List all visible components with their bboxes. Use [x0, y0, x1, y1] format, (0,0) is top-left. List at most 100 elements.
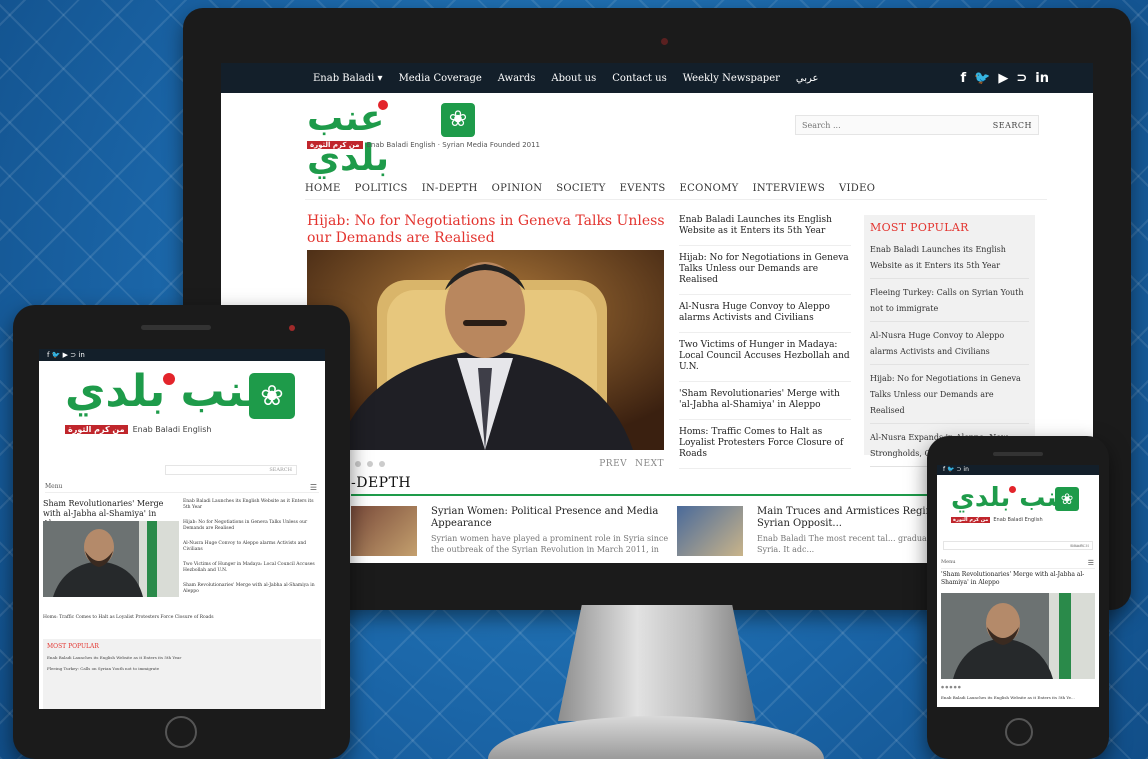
- article-excerpt: Syrian women have played a prominent rol…: [431, 534, 669, 554]
- nav-home[interactable]: HOME: [305, 183, 341, 194]
- top-nav-arabic[interactable]: عربي: [796, 73, 819, 84]
- slider-pager: PREV NEXT: [599, 459, 664, 469]
- rss-icon[interactable]: ⊃: [70, 351, 76, 359]
- monitor-camera: [661, 38, 668, 45]
- slider-dot[interactable]: ●: [954, 685, 957, 689]
- slider-controls: PREV NEXT: [307, 459, 664, 469]
- monitor-stand-neck: [558, 605, 756, 721]
- tablet-feature-photo[interactable]: [43, 521, 179, 597]
- slider-dot[interactable]: [367, 461, 373, 467]
- top-nav-contact[interactable]: Contact us: [612, 73, 666, 84]
- phone-search-input[interactable]: Search ... SEARCH: [943, 541, 1093, 550]
- youtube-icon[interactable]: ▶: [63, 351, 68, 359]
- slider-dot[interactable]: ●: [949, 685, 952, 689]
- facebook-icon[interactable]: f: [47, 351, 49, 359]
- tablet-home-button[interactable]: [165, 716, 197, 748]
- headline-item[interactable]: Al-Nusra Huge Convoy to Aleppo alarms Ac…: [183, 541, 319, 553]
- slider-dot[interactable]: ●: [945, 685, 948, 689]
- logo-subtitle: من كرم الثورة Enab Baladi English · Syria…: [307, 141, 540, 149]
- slider-dot[interactable]: ●: [941, 685, 944, 689]
- nav-events[interactable]: EVENTS: [620, 183, 666, 194]
- phone-device: f 🐦 ⊃ in عنب بلدي ❀ من كرم الثورة Enab Ba…: [927, 436, 1109, 759]
- search-input[interactable]: [796, 116, 987, 134]
- article-thumbnail[interactable]: [677, 506, 743, 556]
- slider-dot[interactable]: [379, 461, 385, 467]
- phone-speaker: [993, 452, 1043, 456]
- nav-politics[interactable]: POLITICS: [355, 183, 408, 194]
- hamburger-icon[interactable]: ☰: [310, 483, 317, 492]
- next-button[interactable]: NEXT: [635, 459, 664, 469]
- phone-home-button[interactable]: [1005, 718, 1033, 746]
- phone-feature-photo[interactable]: [941, 593, 1095, 679]
- main-nav: HOME POLITICS IN-DEPTH OPINION SOCIETY E…: [305, 183, 875, 194]
- popular-item[interactable]: Al-Nusra Huge Convoy to Aleppo alarms Ac…: [870, 328, 1029, 365]
- logo-dot: [378, 100, 388, 110]
- top-nav-about[interactable]: About us: [551, 73, 596, 84]
- tablet-search-button[interactable]: SEARCH: [269, 467, 292, 473]
- phone-slider-controls: ● ● ● ● ●: [941, 685, 1095, 689]
- top-nav-weekly-newspaper[interactable]: Weekly Newspaper: [683, 73, 780, 84]
- rss-icon[interactable]: ⊃: [956, 466, 961, 473]
- popular-item[interactable]: Enab Baladi Launches its English Website…: [47, 655, 317, 661]
- twitter-icon[interactable]: 🐦: [947, 466, 954, 473]
- site-logo[interactable]: عنب بلدي ❀ من كرم الثورة Enab Baladi Engl…: [307, 99, 540, 179]
- popular-item[interactable]: Hijab: No for Negotiations in Geneva Tal…: [870, 371, 1029, 424]
- phone-logo[interactable]: عنب بلدي ❀ من كرم الثورة Enab Baladi Engl…: [937, 475, 1099, 535]
- facebook-icon[interactable]: f: [961, 71, 967, 86]
- popular-item[interactable]: Fleeing Turkey: Calls on Syrian Youth no…: [870, 285, 1029, 322]
- slider-dot[interactable]: [355, 461, 361, 467]
- headline-item[interactable]: Al-Nusra Huge Convoy to Aleppo alarms Ac…: [679, 302, 851, 333]
- headline-item[interactable]: Homs: Traffic Comes to Halt as Loyalist …: [679, 427, 851, 469]
- headline-item[interactable]: Two Victims of Hunger in Madaya: Local C…: [183, 562, 319, 574]
- headline-item[interactable]: Enab Baladi Launches its English Website…: [183, 499, 319, 511]
- phone-feature-headline[interactable]: 'Sham Revolutionaries' Merge with al-Jab…: [941, 571, 1097, 587]
- nav-economy[interactable]: ECONOMY: [680, 183, 739, 194]
- nav-opinion[interactable]: OPINION: [492, 183, 543, 194]
- rss-icon[interactable]: ⊃: [1016, 71, 1027, 86]
- nav-in-depth[interactable]: IN-DEPTH: [422, 183, 478, 194]
- tablet-menu-bar[interactable]: Menu ☰: [45, 483, 319, 493]
- linkedin-icon[interactable]: in: [78, 351, 84, 359]
- nav-society[interactable]: SOCIETY: [556, 183, 605, 194]
- article-title[interactable]: Syrian Women: Political Presence and Med…: [431, 506, 671, 530]
- logo-subtitle-arabic: من كرم الثورة: [65, 425, 128, 434]
- top-nav-awards[interactable]: Awards: [498, 73, 536, 84]
- feature-photo[interactable]: [307, 250, 664, 450]
- logo-tagline: Syrian Media Founded 2011: [442, 141, 541, 149]
- nav-video[interactable]: VIDEO: [839, 183, 875, 194]
- article-text: Syrian Women: Political Presence and Med…: [431, 506, 671, 556]
- article-card[interactable]: Syrian Women: Political Presence and Med…: [351, 506, 671, 556]
- headline-item[interactable]: 'Sham Revolutionaries' Merge with 'al-Ja…: [679, 389, 851, 420]
- feature-headline[interactable]: Hijab: No for Negotiations in Geneva Tal…: [307, 213, 667, 247]
- popular-item[interactable]: Fleeing Turkey: Calls on Syrian Youth no…: [47, 666, 317, 672]
- youtube-icon[interactable]: ▶: [998, 71, 1008, 86]
- tablet-footer-headline[interactable]: Homs: Traffic Comes to Halt as Loyalist …: [43, 615, 214, 620]
- nav-interviews[interactable]: INTERVIEWS: [753, 183, 825, 194]
- headline-item[interactable]: Enab Baladi Launches its English Website…: [679, 215, 851, 246]
- article-thumbnail[interactable]: [351, 506, 417, 556]
- hamburger-icon[interactable]: ☰: [1088, 559, 1094, 567]
- headline-item[interactable]: Sham Revolutionaries' Merge with al-Jabh…: [183, 583, 319, 595]
- tablet-search-input[interactable]: SEARCH: [165, 465, 297, 475]
- search-button[interactable]: SEARCH: [987, 121, 1038, 130]
- tablet-speaker: [141, 325, 211, 330]
- phone-footer-headline[interactable]: Enab Baladi Launches its English Website…: [941, 695, 1075, 700]
- facebook-icon[interactable]: f: [943, 466, 945, 473]
- prev-button[interactable]: PREV: [599, 459, 627, 469]
- slider-dot[interactable]: ●: [958, 685, 961, 689]
- headline-item[interactable]: Hijab: No for Negotiations in Geneva Tal…: [183, 520, 319, 532]
- phone-menu-bar[interactable]: Menu ☰: [941, 559, 1095, 569]
- tablet-camera: [289, 325, 295, 331]
- linkedin-icon[interactable]: in: [963, 466, 968, 473]
- twitter-icon[interactable]: 🐦: [52, 351, 61, 359]
- linkedin-icon[interactable]: in: [1035, 71, 1049, 86]
- headline-item[interactable]: Two Victims of Hunger in Madaya: Local C…: [679, 340, 851, 382]
- popular-item[interactable]: Enab Baladi Launches its English Website…: [870, 242, 1029, 279]
- twitter-icon[interactable]: 🐦: [974, 71, 990, 86]
- top-nav-enab-baladi[interactable]: Enab Baladi ▾: [313, 73, 383, 84]
- phone-search-button[interactable]: SEARCH: [1071, 543, 1089, 548]
- tablet-logo[interactable]: عنب بلدي ❀ من كرم الثورة Enab Baladi Engl…: [39, 361, 325, 441]
- top-nav-media-coverage[interactable]: Media Coverage: [399, 73, 482, 84]
- headline-item[interactable]: Hijab: No for Negotiations in Geneva Tal…: [679, 253, 851, 295]
- top-nav: Enab Baladi ▾ Media Coverage Awards Abou…: [313, 73, 819, 84]
